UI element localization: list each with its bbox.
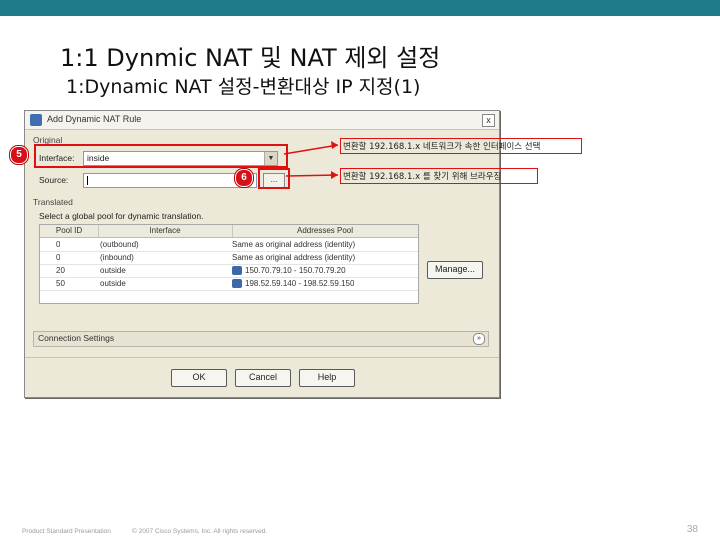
interface-cell: outside xyxy=(100,279,126,288)
addresses-cell: Same as original address (identity) xyxy=(232,253,356,262)
address-pool-icon xyxy=(232,266,242,275)
translated-group-label: Translated xyxy=(33,197,73,207)
pool-table-header: Pool ID Interface Addresses Pool xyxy=(40,225,418,238)
pool-id-cell: 0 xyxy=(56,240,61,249)
pool-id-cell: 50 xyxy=(56,279,65,288)
addresses-cell: 198.52.59.140 - 198.52.59.150 xyxy=(245,279,355,288)
slide-title: 1:1 Dynmic NAT 및 NAT 제외 설정 xyxy=(60,44,441,72)
step-5-badge: 5 xyxy=(10,146,28,164)
connection-settings-bar[interactable]: Connection Settings » xyxy=(33,331,489,347)
help-button[interactable]: Help xyxy=(299,369,355,387)
close-icon[interactable]: x xyxy=(482,114,495,127)
top-accent-bar xyxy=(0,0,720,16)
app-icon xyxy=(30,114,42,126)
callout-text-1: 변환할 192.168.1.x 네트워크가 속한 인터페이스 선택 xyxy=(343,142,541,152)
slide-subtitle: 1:Dynamic NAT 설정-변환대상 IP 지정(1) xyxy=(66,76,421,98)
table-row[interactable]: 0 (outbound) Same as original address (i… xyxy=(40,238,418,252)
expand-icon[interactable]: » xyxy=(473,333,485,345)
callout-text-2: 변환할 192.168.1.x 를 찾기 위해 브라우징 xyxy=(343,172,502,182)
interface-cell: outside xyxy=(100,266,126,275)
page-number: 38 xyxy=(686,524,698,535)
connection-settings-label: Connection Settings xyxy=(38,333,115,343)
cancel-button[interactable]: Cancel xyxy=(235,369,291,387)
pool-id-cell: 0 xyxy=(56,253,61,262)
ok-button[interactable]: OK xyxy=(171,369,227,387)
text-caret xyxy=(87,176,88,185)
addresses-cell: 150.70.79.10 - 150.70.79.20 xyxy=(245,266,346,275)
source-input[interactable] xyxy=(83,173,257,188)
column-header-addresses[interactable]: Addresses Pool xyxy=(232,225,418,237)
table-row[interactable]: 0 (inbound) Same as original address (id… xyxy=(40,251,418,265)
footer-copyright: © 2007 Cisco Systems, Inc. All rights re… xyxy=(132,528,268,535)
manage-pools-button[interactable]: Manage... xyxy=(427,261,483,279)
step-6-badge: 6 xyxy=(235,169,253,187)
interface-cell: (outbound) xyxy=(100,240,139,249)
address-pool-icon xyxy=(232,279,242,288)
table-row[interactable]: 20 outside 150.70.79.10 - 150.70.79.20 xyxy=(40,264,418,278)
dialog-title: Add Dynamic NAT Rule xyxy=(47,114,142,124)
table-row[interactable]: 50 outside 198.52.59.140 - 198.52.59.150 xyxy=(40,277,418,291)
column-header-interface[interactable]: Interface xyxy=(98,225,233,237)
footer-left: Product Standard Presentation xyxy=(22,528,111,535)
browse-highlight-box xyxy=(258,168,290,189)
pool-id-cell: 20 xyxy=(56,266,65,275)
global-pool-table: Pool ID Interface Addresses Pool 0 (outb… xyxy=(39,224,419,304)
interface-highlight-box xyxy=(34,144,288,168)
interface-cell: (inbound) xyxy=(100,253,134,262)
source-label: Source: xyxy=(39,175,69,185)
dialog-titlebar: Add Dynamic NAT Rule x xyxy=(25,111,499,130)
dialog-divider xyxy=(25,357,499,358)
addresses-cell: Same as original address (identity) xyxy=(232,240,356,249)
column-header-pool-id[interactable]: Pool ID xyxy=(40,225,99,237)
translated-instruction: Select a global pool for dynamic transla… xyxy=(39,211,204,221)
